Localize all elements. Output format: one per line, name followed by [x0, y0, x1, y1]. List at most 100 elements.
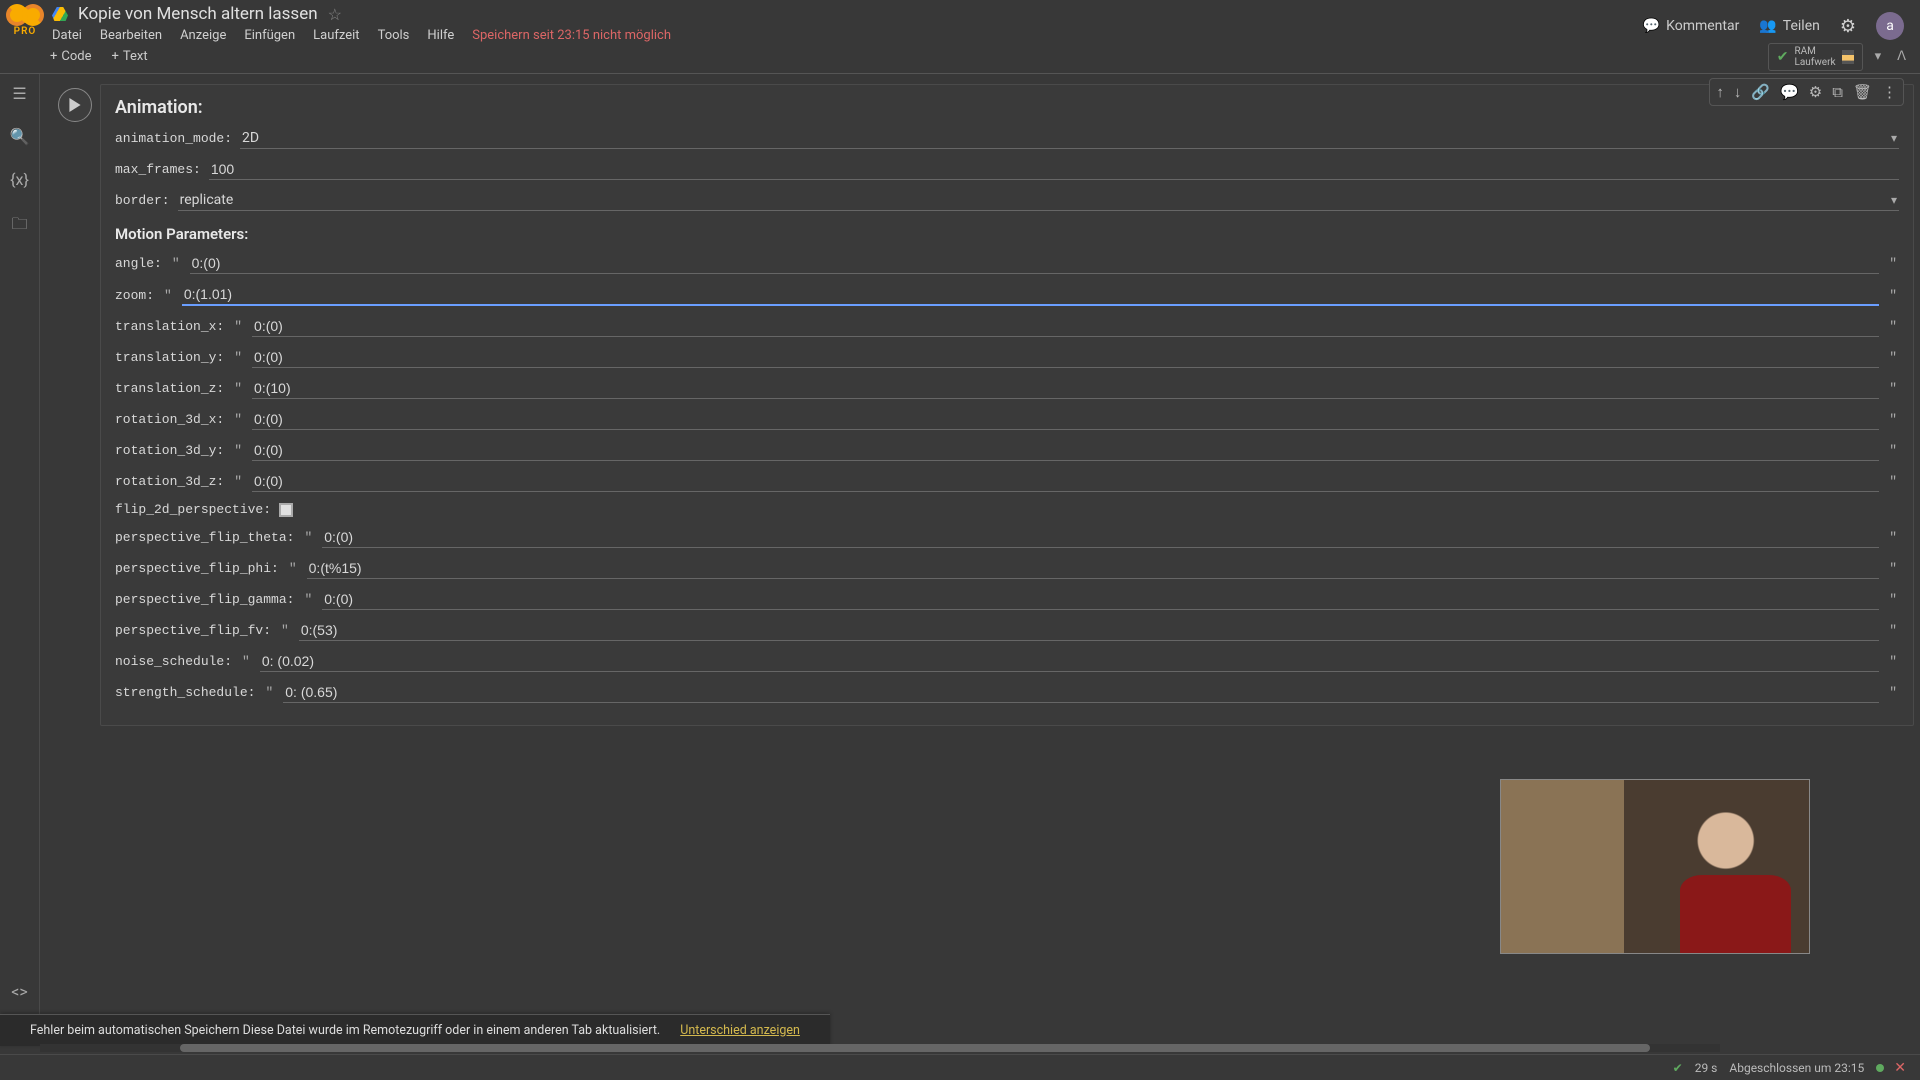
- comment-label: Kommentar: [1666, 18, 1739, 34]
- value-border: replicate: [180, 192, 234, 208]
- label-angle: angle:: [115, 256, 162, 271]
- quote-icon: ": [232, 319, 244, 334]
- menu-bearbeiten[interactable]: Bearbeiten: [100, 28, 162, 43]
- link-icon[interactable]: 🔗: [1751, 84, 1770, 101]
- error-text: Fehler beim automatischen Speichern Dies…: [30, 1023, 660, 1038]
- quote-icon: ": [263, 685, 275, 700]
- share-label: Teilen: [1783, 18, 1820, 34]
- status-check-icon: ✔: [1673, 1061, 1683, 1075]
- label-rotation-3d-z: rotation_3d_z:: [115, 474, 224, 489]
- label-flip-2d-perspective: flip_2d_perspective:: [115, 502, 271, 517]
- search-icon[interactable]: 🔍: [10, 127, 30, 146]
- comment-button[interactable]: 💬 Kommentar: [1643, 18, 1740, 34]
- more-icon[interactable]: ⋮: [1882, 84, 1897, 101]
- cell-toolbar: ↑ ↓ 🔗 💬 ⚙ ⧉ 🗑 ⋮: [1709, 84, 1904, 106]
- add-text-button[interactable]: + Text: [112, 49, 148, 64]
- status-done: Abgeschlossen um 23:15: [1729, 1061, 1864, 1075]
- input-perspective-flip-fv[interactable]: [299, 620, 1879, 641]
- move-down-icon[interactable]: ↓: [1734, 84, 1742, 101]
- menu-laufzeit[interactable]: Laufzeit: [313, 28, 359, 43]
- quote-icon: ": [162, 288, 174, 303]
- settings-icon[interactable]: ⚙: [1840, 16, 1856, 37]
- add-code-label: Code: [61, 49, 91, 64]
- value-animation-mode: 2D: [242, 130, 259, 146]
- label-translation-z: translation_z:: [115, 381, 224, 396]
- mirror-icon[interactable]: ⧉: [1832, 84, 1843, 101]
- cell-settings-icon[interactable]: ⚙: [1809, 84, 1822, 101]
- move-up-icon[interactable]: ↑: [1716, 84, 1724, 101]
- show-diff-link[interactable]: Unterschied anzeigen: [680, 1023, 800, 1038]
- cell-comment-icon[interactable]: 💬: [1780, 84, 1799, 101]
- quote-icon: ": [1887, 256, 1899, 271]
- menu-anzeige[interactable]: Anzeige: [180, 28, 226, 43]
- avatar[interactable]: a: [1876, 12, 1904, 40]
- input-translation-x[interactable]: [252, 316, 1879, 337]
- input-zoom[interactable]: [182, 284, 1879, 306]
- close-icon[interactable]: ✕: [1894, 1060, 1906, 1076]
- input-perspective-flip-gamma[interactable]: [322, 589, 1879, 610]
- chevron-down-icon: ▾: [1891, 131, 1897, 145]
- quote-icon: ": [302, 530, 314, 545]
- input-rotation-3d-y[interactable]: [252, 440, 1879, 461]
- quote-icon: ": [1887, 412, 1899, 427]
- share-button[interactable]: 👥 Teilen: [1759, 18, 1820, 34]
- quote-icon: ": [1887, 685, 1899, 700]
- label-border: border:: [115, 193, 170, 208]
- quote-icon: ": [1887, 623, 1899, 638]
- quote-icon: ": [287, 561, 299, 576]
- document-title[interactable]: Kopie von Mensch altern lassen: [78, 4, 318, 24]
- input-translation-y[interactable]: [252, 347, 1879, 368]
- delete-icon[interactable]: 🗑: [1853, 84, 1872, 101]
- resources-indicator[interactable]: ✔ RAM Laufwerk: [1768, 43, 1863, 71]
- run-cell-button[interactable]: [58, 88, 92, 122]
- quote-icon: ": [1887, 288, 1899, 303]
- input-translation-z[interactable]: [252, 378, 1879, 399]
- select-animation-mode[interactable]: 2D ▾: [240, 128, 1899, 149]
- code-snippets-icon[interactable]: <>: [11, 982, 28, 1001]
- quote-icon: ": [232, 474, 244, 489]
- select-border[interactable]: replicate ▾: [178, 190, 1899, 211]
- horizontal-scrollbar-thumb[interactable]: [180, 1044, 1650, 1052]
- quote-icon: ": [1887, 474, 1899, 489]
- label-zoom: zoom:: [115, 288, 154, 303]
- comment-icon: 💬: [1643, 18, 1660, 34]
- input-max-frames[interactable]: [209, 159, 1899, 180]
- input-rotation-3d-x[interactable]: [252, 409, 1879, 430]
- horizontal-scrollbar-track[interactable]: [40, 1044, 1720, 1052]
- input-rotation-3d-z[interactable]: [252, 471, 1879, 492]
- plus-icon: +: [50, 49, 57, 64]
- form-cell: ↑ ↓ 🔗 💬 ⚙ ⧉ 🗑 ⋮ Animation: animation_mod…: [100, 84, 1914, 726]
- menu-einfuegen[interactable]: Einfügen: [244, 28, 295, 43]
- input-strength-schedule[interactable]: [283, 682, 1879, 703]
- collapse-up-icon[interactable]: ᐱ: [1893, 45, 1910, 68]
- quote-icon: ": [1887, 561, 1899, 576]
- input-angle[interactable]: [190, 253, 1880, 274]
- quote-icon: ": [1887, 381, 1899, 396]
- section-animation-title: Animation:: [115, 97, 1899, 118]
- quote-icon: ": [1887, 319, 1899, 334]
- input-noise-schedule[interactable]: [260, 651, 1879, 672]
- label-animation-mode: animation_mode:: [115, 131, 232, 146]
- menu-datei[interactable]: Datei: [52, 28, 82, 43]
- quote-icon: ": [1887, 654, 1899, 669]
- input-perspective-flip-theta[interactable]: [322, 527, 1879, 548]
- quote-icon: ": [240, 654, 252, 669]
- add-code-button[interactable]: + Code: [50, 49, 92, 64]
- label-perspective-flip-fv: perspective_flip_fv:: [115, 623, 271, 638]
- checkbox-flip-2d-perspective[interactable]: [279, 503, 293, 517]
- chevron-down-icon: ▾: [1891, 193, 1897, 207]
- resources-dropdown-icon[interactable]: ▾: [1871, 45, 1886, 68]
- colab-logo-icon: [8, 4, 42, 26]
- quote-icon: ": [170, 256, 182, 271]
- files-icon[interactable]: 🗀: [11, 213, 27, 240]
- menu-hilfe[interactable]: Hilfe: [427, 28, 454, 43]
- label-translation-x: translation_x:: [115, 319, 224, 334]
- menu-tools[interactable]: Tools: [378, 28, 410, 43]
- label-rotation-3d-x: rotation_3d_x:: [115, 412, 224, 427]
- label-translation-y: translation_y:: [115, 350, 224, 365]
- toc-icon[interactable]: ☰: [12, 84, 26, 103]
- input-perspective-flip-phi[interactable]: [307, 558, 1880, 579]
- star-icon[interactable]: ☆: [328, 5, 342, 24]
- variables-icon[interactable]: {x}: [10, 170, 29, 189]
- ram-bars-icon: [1842, 50, 1854, 64]
